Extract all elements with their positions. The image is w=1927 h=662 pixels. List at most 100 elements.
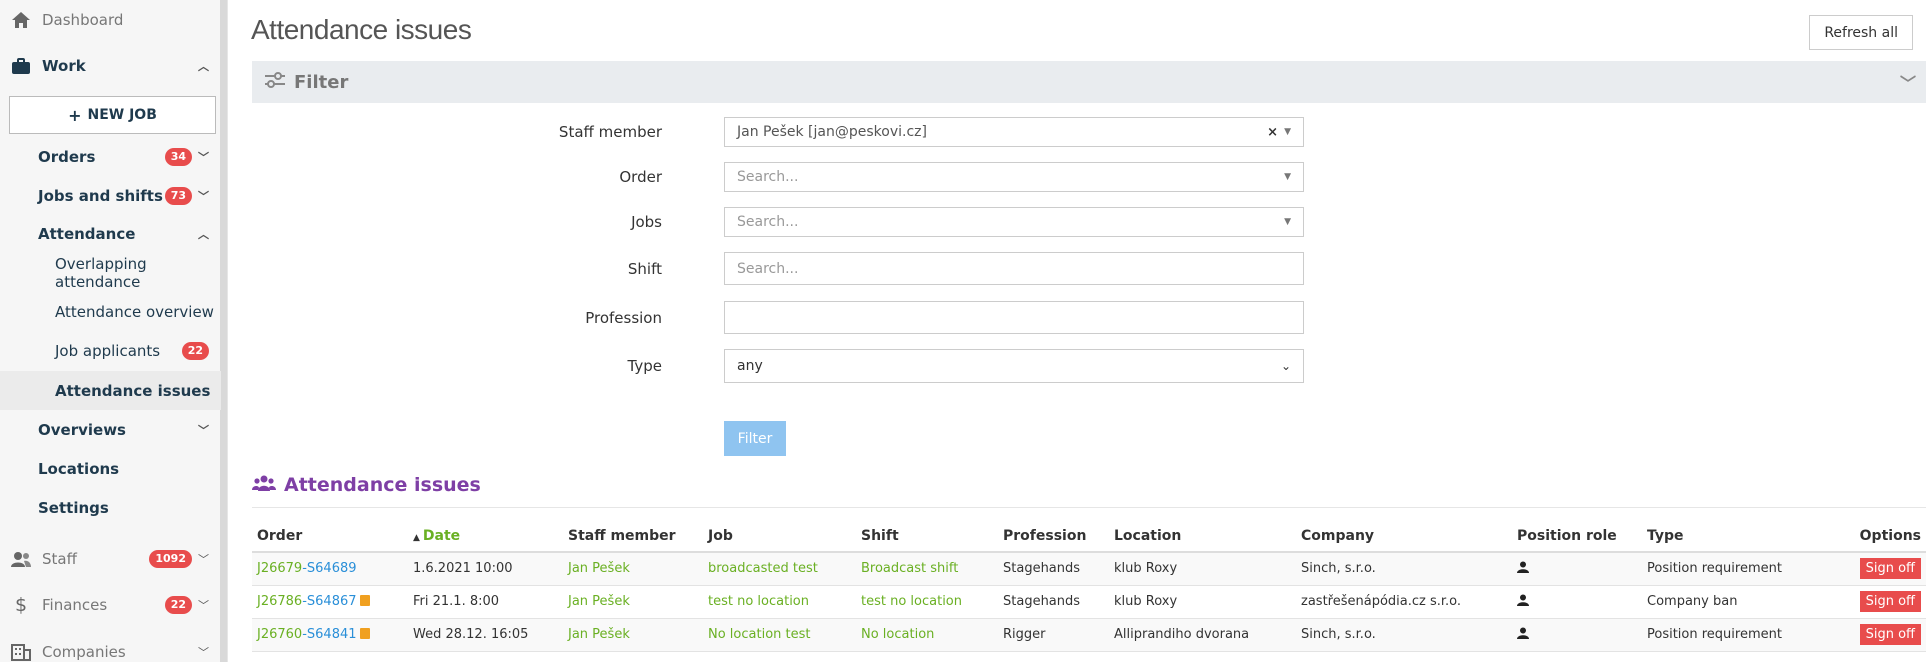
- dollar-icon: $: [14, 594, 28, 616]
- profession-input[interactable]: [724, 301, 1304, 334]
- shift-code-link[interactable]: S64841: [307, 627, 357, 642]
- user-icon: [1517, 561, 1529, 577]
- new-job-button[interactable]: + NEW JOB: [9, 96, 216, 134]
- sidebar-item-job-applicants[interactable]: Job applicants 22: [0, 339, 221, 363]
- shift-code-link[interactable]: S64867: [307, 594, 357, 609]
- chevron-down-icon: ﹀: [198, 190, 209, 203]
- column-header-company[interactable]: Company: [1296, 520, 1512, 553]
- sidebar-item-label: Staff: [42, 550, 77, 568]
- clear-icon[interactable]: ×: [1267, 125, 1278, 140]
- divider: [252, 507, 1926, 508]
- sidebar-item-finances[interactable]: $ Finances 22 ﹀: [0, 593, 221, 617]
- chevron-down-icon: ⌄: [1280, 359, 1291, 373]
- shift-code-link[interactable]: S64689: [307, 561, 357, 576]
- sidebar-item-locations[interactable]: Locations: [0, 457, 221, 481]
- profession-cell: Stagehands: [998, 585, 1109, 619]
- staff-member-value: Jan Pešek [jan@peskovi.cz]: [737, 124, 927, 140]
- column-header-type[interactable]: Type: [1642, 520, 1842, 553]
- shift-input[interactable]: Search...: [724, 252, 1304, 285]
- sidebar-item-label: Attendance: [38, 225, 136, 243]
- position-role-cell: [1512, 585, 1642, 619]
- applicants-count-badge: 22: [181, 342, 209, 360]
- table-row: J26679-S64689 1.6.2021 10:00 Jan Pešek b…: [252, 552, 1926, 586]
- sign-off-button[interactable]: Sign off: [1859, 558, 1921, 580]
- sidebar-item-companies[interactable]: Companies ﹀: [0, 640, 221, 662]
- company-cell: Sinch, s.r.o.: [1296, 618, 1512, 652]
- document-icon: [359, 628, 370, 639]
- sidebar-item-dashboard[interactable]: Dashboard: [0, 8, 221, 32]
- column-header-order[interactable]: Order: [252, 520, 408, 553]
- sidebar-item-label: Settings: [38, 499, 109, 517]
- caret-down-icon: ▼: [1284, 172, 1291, 182]
- staff-link[interactable]: Jan Pešek: [568, 594, 630, 609]
- sidebar-item-attendance-overview[interactable]: Attendance overview: [0, 300, 221, 324]
- column-header-job[interactable]: Job: [703, 520, 856, 553]
- date-cell: 1.6.2021 10:00: [408, 552, 563, 586]
- briefcase-icon: [10, 57, 32, 75]
- job-code-link[interactable]: J26679: [257, 561, 302, 576]
- order-select[interactable]: Search... ▼: [724, 162, 1304, 192]
- location-cell: Alliprandiho dvorana: [1109, 618, 1296, 652]
- sidebar-item-attendance[interactable]: Attendance ︿: [0, 222, 221, 246]
- column-header-position-role[interactable]: Position role: [1512, 520, 1642, 553]
- profession-cell: Stagehands: [998, 552, 1109, 586]
- chevron-up-icon: ︿: [198, 60, 209, 73]
- main-content: Attendance issues Refresh all Filter ﹀ S…: [228, 0, 1927, 662]
- column-header-shift[interactable]: Shift: [856, 520, 998, 553]
- sidebar-item-work[interactable]: Work ︿: [0, 54, 221, 78]
- sort-asc-icon: ▲: [413, 532, 420, 543]
- chevron-down-icon[interactable]: ﹀: [1900, 70, 1916, 94]
- sidebar-scrollbar[interactable]: [220, 0, 227, 662]
- chevron-down-icon: ﹀: [198, 553, 209, 566]
- sidebar-item-label: Overlapping attendance: [55, 255, 147, 291]
- sidebar-item-staff[interactable]: Staff 1092 ﹀: [0, 547, 221, 571]
- sidebar-item-orders[interactable]: Orders 34 ﹀: [0, 145, 221, 169]
- shift-link[interactable]: No location: [861, 627, 934, 642]
- column-header-date[interactable]: ▲ Date: [408, 520, 563, 553]
- caret-down-icon: ▼: [1284, 127, 1291, 137]
- sign-off-button[interactable]: Sign off: [1859, 591, 1921, 612]
- users-icon: [10, 551, 32, 567]
- job-link[interactable]: test no location: [708, 594, 809, 609]
- sidebar-item-attendance-issues[interactable]: Attendance issues: [0, 371, 221, 410]
- chevron-down-icon: ﹀: [198, 646, 209, 659]
- sign-off-button[interactable]: Sign off: [1859, 624, 1921, 645]
- type-value: any: [737, 358, 763, 374]
- user-icon: [1517, 594, 1529, 610]
- column-header-profession[interactable]: Profession: [998, 520, 1109, 553]
- company-cell: zastřešenápódia.cz s.r.o.: [1296, 585, 1512, 619]
- sliders-icon: [264, 71, 286, 94]
- staff-member-label: Staff member: [558, 123, 662, 141]
- job-link[interactable]: No location test: [708, 627, 811, 642]
- new-job-label: NEW JOB: [87, 107, 157, 123]
- job-link[interactable]: broadcasted test: [708, 561, 818, 576]
- column-header-location[interactable]: Location: [1109, 520, 1296, 553]
- filter-row-jobs: Jobs Search... ▼: [252, 207, 1352, 237]
- column-header-staff[interactable]: Staff member: [563, 520, 703, 553]
- filter-row-shift: Shift Search...: [252, 252, 1352, 285]
- refresh-all-button[interactable]: Refresh all: [1809, 15, 1913, 50]
- sidebar-item-overviews[interactable]: Overviews ﹀: [0, 418, 221, 442]
- staff-link[interactable]: Jan Pešek: [568, 561, 630, 576]
- jobs-label: Jobs: [631, 213, 662, 231]
- sidebar-item-overlapping-attendance[interactable]: Overlapping attendance: [0, 255, 221, 291]
- type-label: Type: [627, 357, 662, 375]
- sidebar-item-jobs-shifts[interactable]: Jobs and shifts 73 ﹀: [0, 184, 221, 208]
- filter-panel-header[interactable]: Filter ﹀: [252, 61, 1926, 103]
- type-cell: Position requirement: [1642, 552, 1842, 586]
- shift-link[interactable]: Broadcast shift: [861, 561, 958, 576]
- users-icon: [252, 474, 276, 496]
- type-select[interactable]: any ⌄: [724, 349, 1304, 383]
- job-code-link[interactable]: J26760: [257, 627, 302, 642]
- jobs-select[interactable]: Search... ▼: [724, 207, 1304, 237]
- staff-member-select[interactable]: Jan Pešek [jan@peskovi.cz] × ▼: [724, 117, 1304, 147]
- issues-table: Order ▲ Date Staff member Job Shift Profe…: [252, 520, 1926, 652]
- sidebar-item-settings[interactable]: Settings: [0, 496, 221, 520]
- filter-row-staff: Staff member Jan Pešek [jan@peskovi.cz] …: [252, 117, 1352, 147]
- filter-button[interactable]: Filter: [724, 421, 786, 456]
- table-row: J26760-S64841 Wed 28.12. 16:05 Jan Pešek…: [252, 618, 1926, 652]
- shift-link[interactable]: test no location: [861, 594, 962, 609]
- date-cell: Fri 21.1. 8:00: [408, 585, 563, 619]
- job-code-link[interactable]: J26786: [257, 594, 302, 609]
- staff-link[interactable]: Jan Pešek: [568, 627, 630, 642]
